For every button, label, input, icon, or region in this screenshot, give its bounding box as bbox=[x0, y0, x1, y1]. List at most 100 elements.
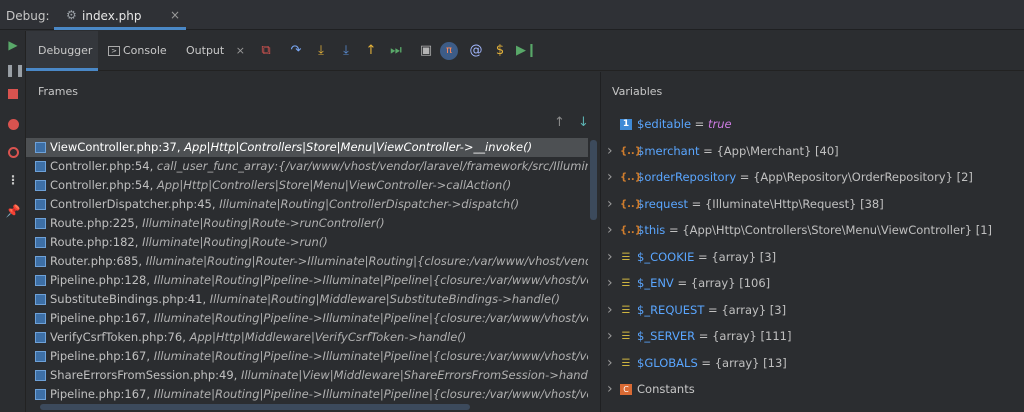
chevron-right-icon[interactable]: › bbox=[607, 191, 613, 218]
watch-icon[interactable]: @ bbox=[468, 43, 484, 59]
frames-list: ViewController.php:37, App|Http|Controll… bbox=[26, 138, 588, 412]
variable-name: $_SERVER bbox=[637, 329, 696, 343]
variables-list: 1 $editable = true › {..} $merchant = {App\M… bbox=[601, 111, 1024, 411]
variable-name: $_COOKIE bbox=[637, 249, 695, 264]
frame-row[interactable]: Router.php:685, Illuminate|Routing|Route… bbox=[26, 252, 588, 271]
frame-file: ShareErrorsFromSession.php:49, bbox=[50, 368, 238, 382]
close-icon[interactable]: × bbox=[236, 44, 245, 57]
chevron-right-icon[interactable]: › bbox=[607, 217, 613, 244]
step-into-icon[interactable]: ⤓ bbox=[313, 43, 329, 59]
debugger-toolbar: Debugger > Console Output × ⧉ ↷ ⤓ ⤓ ↑ ⏭ ▣… bbox=[26, 31, 1024, 71]
arrow-down-icon[interactable]: ↓ bbox=[578, 115, 589, 130]
frames-panel-header: Frames bbox=[26, 72, 600, 106]
show-execution-point-icon[interactable]: ⧉ bbox=[258, 43, 274, 59]
mute-breakpoints-icon[interactable] bbox=[5, 145, 21, 161]
frame-file: ControllerDispatcher.php:45, bbox=[50, 197, 216, 211]
step-out-icon[interactable]: ↑ bbox=[363, 43, 379, 59]
frame-function: Illuminate|Routing|ControllerDispatcher-… bbox=[219, 197, 520, 211]
frame-row[interactable]: Route.php:225, Illuminate|Routing|Route-… bbox=[26, 214, 588, 233]
stop-icon[interactable] bbox=[5, 86, 21, 102]
pin-icon[interactable]: 📌 bbox=[5, 203, 21, 219]
php-file-icon bbox=[35, 275, 46, 286]
horizontal-scrollbar[interactable] bbox=[40, 404, 470, 410]
frame-row[interactable]: Pipeline.php:167, Illuminate|Routing|Pip… bbox=[26, 309, 588, 328]
force-step-into-icon[interactable]: ⤓ bbox=[338, 43, 354, 59]
tab-debugger[interactable]: Debugger bbox=[26, 31, 98, 71]
frame-row[interactable]: ControllerDispatcher.php:45, Illuminate|… bbox=[26, 195, 588, 214]
frame-row[interactable]: VerifyCsrfToken.php:76, App|Http|Middlew… bbox=[26, 328, 588, 347]
variable-equals: = bbox=[691, 117, 708, 131]
frames-scrollbar[interactable] bbox=[590, 140, 597, 220]
tab-index-php[interactable]: ⚙ index.php × bbox=[54, 0, 186, 30]
step-over-icon[interactable]: ↷ bbox=[288, 43, 304, 59]
frame-row[interactable]: ShareErrorsFromSession.php:49, Illuminat… bbox=[26, 366, 588, 385]
variable-row[interactable]: › ☰ $_SERVER = {array} [111] bbox=[601, 323, 1024, 350]
chevron-right-icon[interactable]: › bbox=[607, 323, 613, 350]
frame-row[interactable]: Pipeline.php:167, Illuminate|Routing|Pip… bbox=[26, 385, 588, 404]
variables-panel-header: Variables bbox=[601, 72, 1024, 106]
frame-function: Illuminate|Routing|Pipeline->Illuminate|… bbox=[153, 311, 588, 325]
variable-value: {array} [111] bbox=[712, 329, 792, 343]
variable-row[interactable]: › C Constants bbox=[601, 376, 1024, 403]
evaluate-expression-icon[interactable]: ▣ bbox=[418, 43, 434, 59]
variable-row[interactable]: › ☰ $GLOBALS = {array} [13] bbox=[601, 350, 1024, 377]
left-toolbar: ▶ ❚❚ ⋮ 📌 bbox=[0, 31, 26, 412]
frame-file: VerifyCsrfToken.php:76, bbox=[50, 330, 186, 344]
variable-row[interactable]: › {..} $this = {App\Http\Controllers\Store… bbox=[601, 217, 1024, 244]
php-file-icon bbox=[35, 142, 46, 153]
variable-row[interactable]: › ☰ $_REQUEST = {array} [3] bbox=[601, 297, 1024, 324]
tab-console[interactable]: > Console bbox=[108, 31, 172, 71]
frame-row[interactable]: Route.php:182, Illuminate|Routing|Route-… bbox=[26, 233, 588, 252]
chevron-right-icon[interactable]: › bbox=[607, 164, 613, 191]
chevron-right-icon[interactable]: › bbox=[607, 350, 613, 377]
console-label: Console bbox=[123, 44, 167, 57]
resume-program-icon[interactable]: ▶❙ bbox=[516, 43, 537, 59]
php-constants-icon[interactable]: π bbox=[440, 42, 458, 60]
run-to-cursor-icon[interactable]: ⏭ bbox=[388, 43, 404, 59]
variable-row[interactable]: 1 $editable = true bbox=[601, 111, 1024, 138]
php-file-icon bbox=[35, 294, 46, 305]
chevron-right-icon[interactable]: › bbox=[607, 244, 613, 271]
variable-row[interactable]: › {..} $orderRepository = {App\Repository\… bbox=[601, 164, 1024, 191]
pause-icon[interactable]: ❚❚ bbox=[5, 62, 25, 78]
variable-value: {array} [3] bbox=[721, 302, 787, 317]
variable-name: $merchant bbox=[637, 143, 700, 158]
variables-title: Variables bbox=[612, 85, 663, 98]
frames-toolbar: ↑ ↓ bbox=[26, 106, 600, 138]
variable-equals: = bbox=[665, 223, 683, 237]
object-icon: {..} bbox=[620, 225, 642, 236]
chevron-right-icon[interactable]: › bbox=[607, 138, 613, 165]
variable-value: {Illuminate\Http\Request} [38] bbox=[704, 196, 884, 211]
variable-row[interactable]: › ☰ $_COOKIE = {array} [3] bbox=[601, 244, 1024, 271]
dollar-icon[interactable]: $ bbox=[492, 43, 508, 59]
php-file-icon bbox=[35, 199, 46, 210]
frame-row[interactable]: Controller.php:54, call_user_func_array:… bbox=[26, 157, 588, 176]
frame-row[interactable]: Controller.php:54, App|Http|Controllers|… bbox=[26, 176, 588, 195]
chevron-right-icon[interactable]: › bbox=[607, 376, 613, 403]
frame-row[interactable]: Pipeline.php:167, Illuminate|Routing|Pip… bbox=[26, 347, 588, 366]
frame-file: SubstituteBindings.php:41, bbox=[50, 292, 207, 306]
variable-row[interactable]: › {..} $request = {Illuminate\Http\Request… bbox=[601, 191, 1024, 218]
object-icon: {..} bbox=[620, 198, 642, 210]
variable-equals: = bbox=[694, 249, 712, 264]
frame-function: Illuminate|Routing|Route->run() bbox=[142, 235, 328, 249]
chevron-right-icon[interactable]: › bbox=[607, 297, 613, 324]
chevron-right-icon[interactable]: › bbox=[607, 270, 613, 297]
frame-row[interactable]: Pipeline.php:128, Illuminate|Routing|Pip… bbox=[26, 271, 588, 290]
resume-icon[interactable]: ▶ bbox=[5, 37, 21, 53]
breakpoints-icon[interactable] bbox=[5, 117, 21, 133]
tab-output[interactable]: Output × bbox=[186, 31, 246, 71]
variable-name: $_REQUEST bbox=[637, 302, 705, 317]
frame-row[interactable]: SubstituteBindings.php:41, Illuminate|Ro… bbox=[26, 290, 588, 309]
array-icon: ☰ bbox=[621, 304, 631, 316]
close-icon[interactable]: × bbox=[170, 8, 180, 22]
variable-row[interactable]: › {..} $merchant = {App\Merchant} [40] bbox=[601, 138, 1024, 165]
variable-row[interactable]: › ☰ $_ENV = {array} [106] bbox=[601, 270, 1024, 297]
more-options-icon[interactable]: ⋮ bbox=[5, 172, 21, 188]
variable-name: Constants bbox=[637, 382, 695, 396]
frame-row[interactable]: ViewController.php:37, App|Http|Controll… bbox=[26, 138, 588, 157]
arrow-up-icon[interactable]: ↑ bbox=[554, 115, 565, 130]
php-file-icon bbox=[35, 332, 46, 343]
php-file-icon bbox=[35, 313, 46, 324]
debug-label: Debug: bbox=[6, 9, 50, 23]
